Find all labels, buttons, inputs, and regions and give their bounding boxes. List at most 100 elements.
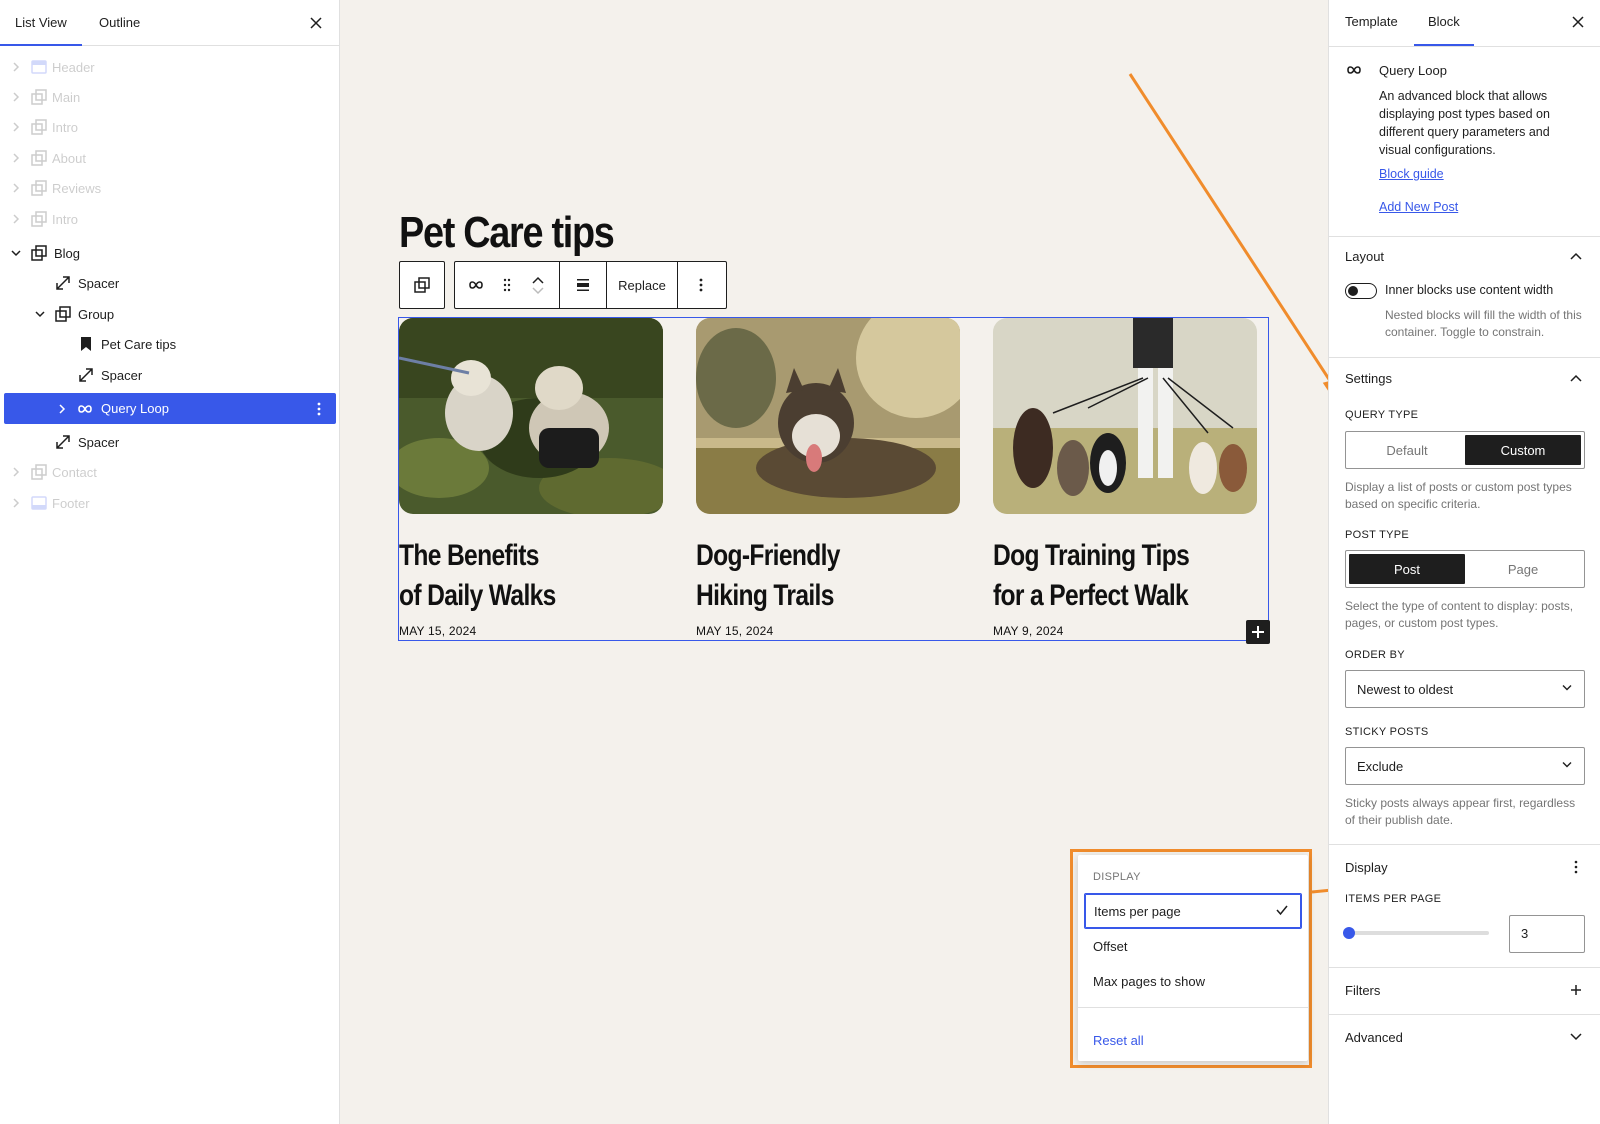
post-date[interactable]: MAY 15, 2024	[696, 624, 773, 638]
list-item-spacer[interactable]: Spacer	[4, 360, 336, 390]
post-type-toggle: Post Page	[1345, 550, 1585, 588]
group-icon	[31, 150, 47, 166]
divider	[1329, 1014, 1600, 1015]
settings-panel-title[interactable]: Settings	[1345, 371, 1392, 386]
block-appender-button[interactable]	[1246, 620, 1270, 644]
add-new-post-link[interactable]: Add New Post	[1379, 200, 1458, 214]
plus-icon	[1252, 626, 1264, 638]
block-guide-link[interactable]: Block guide	[1379, 167, 1444, 181]
list-item-intro-2[interactable]: Intro	[4, 204, 336, 234]
tab-list-view[interactable]: List View	[0, 0, 82, 46]
list-item-main[interactable]: Main	[4, 82, 336, 112]
chevron-right-icon	[13, 214, 20, 224]
plus-icon	[1571, 985, 1581, 995]
block-card-description: An advanced block that allows displaying…	[1379, 89, 1550, 157]
list-item-about[interactable]: About	[4, 143, 336, 173]
display-options-button[interactable]	[1568, 859, 1584, 875]
post-date[interactable]: MAY 9, 2024	[993, 624, 1063, 638]
chevron-right-icon	[13, 498, 20, 508]
page-title[interactable]: Pet Care tips	[399, 208, 615, 258]
more-options-button[interactable]	[678, 262, 724, 308]
collapse-layout-button[interactable]	[1568, 248, 1584, 264]
post-type-post[interactable]: Post	[1349, 554, 1465, 584]
list-view-tabs: List View Outline	[0, 0, 339, 46]
dogs-on-leash-image	[399, 318, 663, 514]
menu-item-items-per-page[interactable]: Items per page	[1084, 893, 1302, 929]
move-up-icon[interactable]	[531, 275, 545, 285]
list-item-label: About	[52, 150, 86, 166]
post-title-line: The Benefits	[399, 539, 539, 572]
chevron-right-icon	[13, 467, 20, 477]
menu-item-max-pages[interactable]: Max pages to show	[1084, 963, 1302, 999]
list-item-contact[interactable]: Contact	[4, 457, 336, 487]
list-item-spacer[interactable]: Spacer	[4, 268, 336, 298]
select-parent-button[interactable]	[400, 262, 444, 308]
menu-item-label: Max pages to show	[1093, 973, 1206, 989]
post-type-page[interactable]: Page	[1465, 554, 1581, 584]
order-by-select[interactable]: Newest to oldest	[1345, 670, 1585, 708]
list-item-reviews[interactable]: Reviews	[4, 173, 336, 203]
expand-advanced-button[interactable]	[1568, 1029, 1584, 1045]
advanced-panel-title[interactable]: Advanced	[1345, 1030, 1403, 1045]
drag-handle[interactable]	[497, 262, 517, 308]
post-featured-image[interactable]	[696, 318, 960, 514]
post-date[interactable]: MAY 15, 2024	[399, 624, 476, 638]
post-featured-image[interactable]	[399, 318, 663, 514]
slider-thumb[interactable]	[1343, 927, 1355, 939]
list-item-group[interactable]: Group	[4, 299, 336, 329]
post-type-help: Select the type of content to display: p…	[1345, 599, 1574, 630]
post-title[interactable]: Dog-Friendly Hiking Trails	[696, 536, 942, 616]
loop-icon	[1347, 66, 1361, 74]
list-item-heading[interactable]: Pet Care tips	[4, 329, 336, 359]
list-item-label: Intro	[52, 211, 79, 227]
post-title-line: of Daily Walks	[399, 579, 556, 612]
block-toolbar: Replace	[454, 261, 727, 309]
list-item-label: Spacer	[101, 367, 143, 383]
more-vertical-icon	[699, 278, 703, 292]
tab-outline[interactable]: Outline	[99, 0, 140, 46]
post-featured-image[interactable]	[993, 318, 1257, 514]
tab-block[interactable]: Block	[1414, 0, 1474, 46]
reset-all-button[interactable]: Reset all	[1093, 1033, 1144, 1048]
layout-panel-title[interactable]: Layout	[1345, 249, 1384, 264]
content-width-toggle[interactable]	[1345, 283, 1377, 299]
list-item-intro[interactable]: Intro	[4, 112, 336, 142]
display-panel-title[interactable]: Display	[1345, 860, 1388, 875]
items-per-page-input[interactable]: 3	[1509, 915, 1585, 953]
replace-button[interactable]: Replace	[607, 262, 677, 308]
list-item-label: Reviews	[52, 180, 102, 196]
chevron-down-icon	[1570, 1033, 1582, 1041]
close-icon	[310, 17, 322, 29]
list-item-footer[interactable]: Footer	[4, 488, 336, 518]
filters-panel-title[interactable]: Filters	[1345, 983, 1380, 998]
list-item-spacer[interactable]: Spacer	[4, 427, 336, 457]
move-down-icon[interactable]	[531, 285, 545, 295]
husky-image	[696, 318, 960, 514]
post-title-line: Hiking Trails	[696, 579, 834, 612]
items-per-page-slider[interactable]	[1343, 927, 1489, 939]
post-title-line: Dog-Friendly	[696, 539, 840, 572]
options-button[interactable]	[310, 400, 328, 418]
close-sidebar-button[interactable]	[1568, 12, 1588, 32]
query-type-custom[interactable]: Custom	[1465, 435, 1581, 465]
query-type-default[interactable]: Default	[1349, 435, 1465, 465]
post-title[interactable]: The Benefits of Daily Walks	[399, 536, 645, 616]
chevron-down-icon	[11, 250, 21, 257]
add-filter-button[interactable]	[1568, 982, 1584, 998]
tab-template[interactable]: Template	[1345, 0, 1398, 46]
list-item-query-loop[interactable]: Query Loop	[4, 393, 336, 424]
list-item-blog[interactable]: Blog	[4, 238, 336, 268]
chevron-right-icon	[13, 183, 20, 193]
menu-item-offset[interactable]: Offset	[1084, 928, 1302, 964]
sticky-posts-select[interactable]: Exclude	[1345, 747, 1585, 785]
list-item-header[interactable]: Header	[4, 52, 336, 82]
chevron-down-icon	[35, 311, 45, 318]
drag-handle-icon	[503, 278, 511, 292]
block-type-button[interactable]	[455, 262, 497, 308]
collapse-settings-button[interactable]	[1568, 370, 1584, 386]
chevron-right-icon	[13, 122, 20, 132]
close-list-view-button[interactable]	[306, 13, 326, 33]
post-title[interactable]: Dog Training Tips for a Perfect Walk	[993, 536, 1239, 616]
align-button[interactable]	[560, 262, 606, 308]
spacer-icon	[79, 368, 93, 382]
